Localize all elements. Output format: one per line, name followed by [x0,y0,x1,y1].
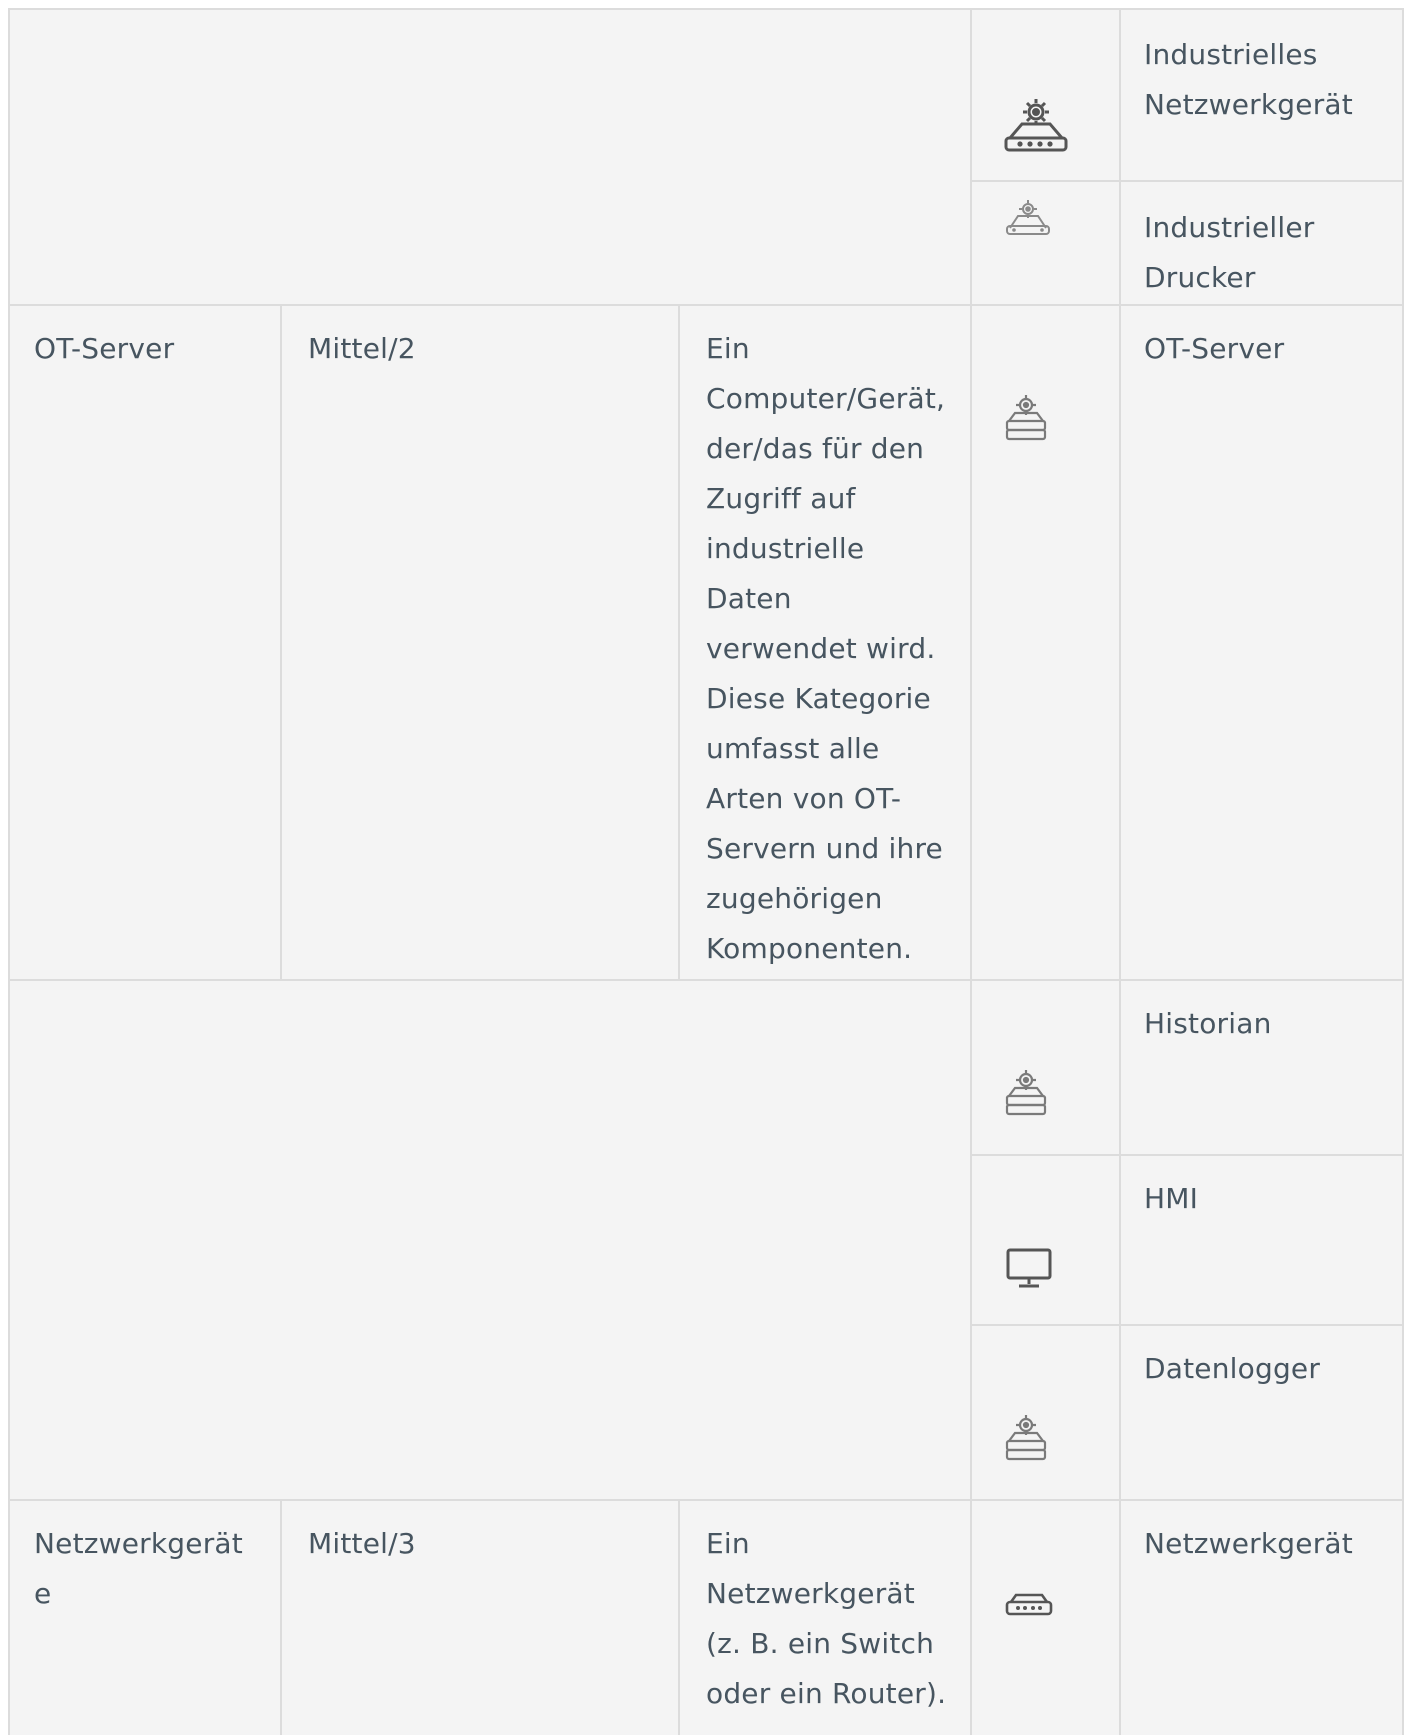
ot-server-icon [1001,393,1051,449]
category-name: Netzwerkgerät e [34,1527,243,1610]
column-divider-icon [970,8,972,1735]
industrial-network-device-icon [1000,94,1072,154]
row-divider [8,1499,1404,1501]
asset-type-label: HMI [1144,1182,1199,1215]
asset-type-label: Industrieller Drucker [1144,211,1315,294]
row-divider [8,979,1404,981]
category-description: Ein Computer/Gerät, der/das für den Zugr… [706,332,946,965]
category-name: OT-Server [34,332,175,365]
asset-type-table: Industrielles Netzwerkgerät Industrielle… [8,8,1404,1735]
table-border-left [8,8,10,1735]
risk-level: Mittel/3 [308,1527,416,1560]
column-divider-level [280,1500,282,1735]
row-divider [8,304,1404,306]
asset-type-label: Industrielles Netzwerkgerät [1144,38,1353,121]
asset-type-label: OT-Server [1144,332,1285,365]
row-divider [970,1324,1404,1326]
column-divider-description [678,1500,680,1735]
risk-level: Mittel/2 [308,332,416,365]
row-divider [970,180,1404,182]
column-divider-level [280,305,282,980]
row-divider [970,1154,1404,1156]
asset-type-label: Datenlogger [1144,1352,1321,1385]
hmi-monitor-icon [1004,1246,1054,1292]
column-divider-description [678,305,680,980]
column-divider-label [1119,8,1121,1735]
asset-type-label: Netzwerkgerät [1144,1527,1353,1560]
datalogger-server-icon [1001,1413,1051,1469]
historian-server-icon [1001,1068,1051,1124]
table-border-right [1402,8,1404,1735]
table-border-top [8,8,1404,10]
asset-type-label: Historian [1144,1007,1272,1040]
network-device-icon [1003,1588,1055,1620]
industrial-printer-icon [1002,198,1054,236]
category-description: Ein Netzwerkgerät (z. B. ein Switch oder… [706,1527,947,1710]
